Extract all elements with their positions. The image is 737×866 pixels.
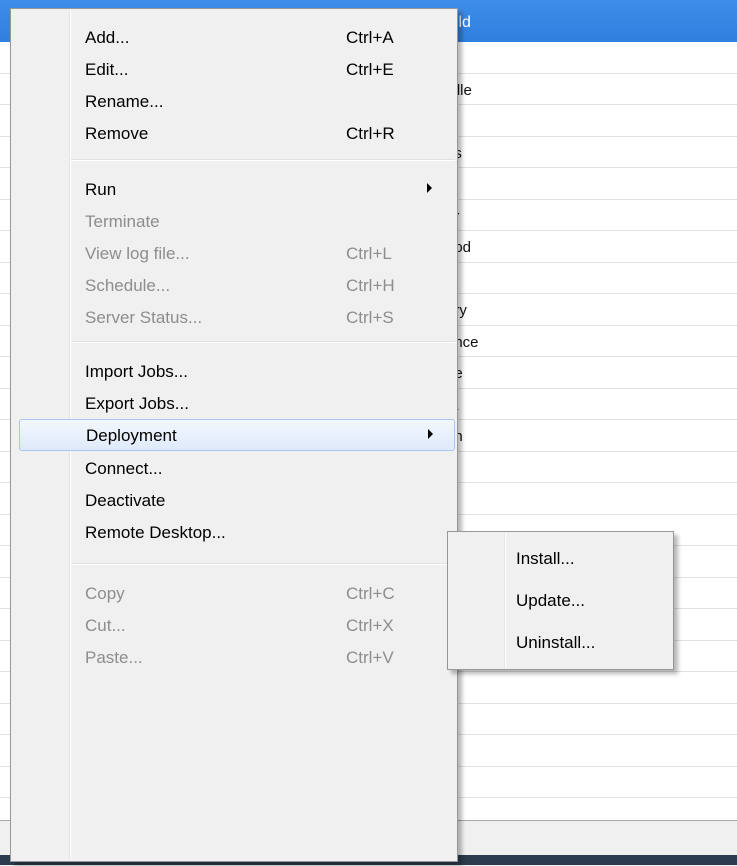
menu-item-schedule[interactable]: Schedule... Ctrl+H: [13, 269, 455, 301]
submenu-arrow-icon: [428, 429, 433, 439]
menu-item-import-jobs[interactable]: Import Jobs...: [13, 355, 455, 387]
menu-item-view-log-file[interactable]: View log file... Ctrl+L: [13, 237, 455, 269]
menu-item-shortcut: Ctrl+V: [346, 648, 394, 667]
menu-item-label: Copy: [85, 584, 125, 603]
submenu-arrow-icon: [427, 183, 432, 193]
submenu-item-install[interactable]: Install...: [450, 542, 671, 574]
deployment-submenu: Install... Update... Uninstall...: [447, 531, 674, 670]
menu-item-label: Add...: [85, 28, 130, 47]
menu-item-shortcut: Ctrl+E: [346, 60, 394, 79]
menu-item-shortcut: Ctrl+H: [346, 276, 395, 295]
menu-item-deactivate[interactable]: Deactivate: [13, 484, 455, 516]
submenu-item-update[interactable]: Update...: [450, 584, 671, 616]
menu-separator: [71, 341, 455, 343]
menu-item-server-status[interactable]: Server Status... Ctrl+S: [13, 301, 455, 333]
menu-item-shortcut: Ctrl+L: [346, 244, 392, 263]
menu-item-label: Remove: [85, 124, 149, 143]
menu-item-edit[interactable]: Edit... Ctrl+E: [13, 53, 455, 85]
menu-item-deployment[interactable]: Deployment: [19, 419, 455, 451]
menu-item-label: Schedule...: [85, 276, 171, 295]
menu-item-label: Deactivate: [85, 491, 166, 510]
menu-item-label: Remote Desktop...: [85, 523, 226, 542]
menu-item-remote-desktop[interactable]: Remote Desktop...: [13, 516, 455, 548]
menu-item-label: Cut...: [85, 616, 126, 635]
menu-item-shortcut: Ctrl+A: [346, 28, 394, 47]
menu-item-copy[interactable]: Copy Ctrl+C: [13, 577, 455, 609]
submenu-item-label: Uninstall...: [516, 633, 596, 652]
submenu-item-label: Update...: [516, 591, 585, 610]
menu-item-label: Paste...: [85, 648, 143, 667]
menu-item-shortcut: Ctrl+R: [346, 124, 395, 143]
menu-item-label: Server Status...: [85, 308, 203, 327]
menu-item-label: Import Jobs...: [85, 362, 188, 381]
menu-item-label: Edit...: [85, 60, 129, 79]
menu-item-rename[interactable]: Rename...: [13, 85, 455, 117]
menu-item-label: Terminate: [85, 212, 160, 231]
menu-item-terminate[interactable]: Terminate: [13, 205, 455, 237]
menu-item-shortcut: Ctrl+C: [346, 584, 395, 603]
submenu-item-uninstall[interactable]: Uninstall...: [450, 626, 671, 658]
menu-item-remove[interactable]: Remove Ctrl+R: [13, 117, 455, 149]
context-menu: Add... Ctrl+A Edit... Ctrl+E Rename... R…: [10, 8, 458, 862]
menu-item-cut[interactable]: Cut... Ctrl+X: [13, 609, 455, 641]
menu-item-label: Run: [85, 180, 117, 199]
submenu-item-label: Install...: [516, 549, 575, 568]
menu-item-label: Rename...: [85, 92, 164, 111]
menu-item-paste[interactable]: Paste... Ctrl+V: [13, 641, 455, 673]
menu-item-export-jobs[interactable]: Export Jobs...: [13, 387, 455, 419]
menu-item-label: Connect...: [85, 459, 163, 478]
menu-item-label: Deployment: [86, 426, 177, 445]
menu-item-shortcut: Ctrl+X: [346, 616, 394, 635]
menu-item-label: View log file...: [85, 244, 190, 263]
menu-item-run[interactable]: Run: [13, 173, 455, 205]
menu-separator: [71, 159, 455, 161]
menu-item-add[interactable]: Add... Ctrl+A: [13, 21, 455, 53]
menu-item-label: Export Jobs...: [85, 394, 189, 413]
menu-item-shortcut: Ctrl+S: [346, 308, 394, 327]
menu-separator: [71, 563, 455, 565]
menu-item-connect[interactable]: Connect...: [13, 452, 455, 484]
